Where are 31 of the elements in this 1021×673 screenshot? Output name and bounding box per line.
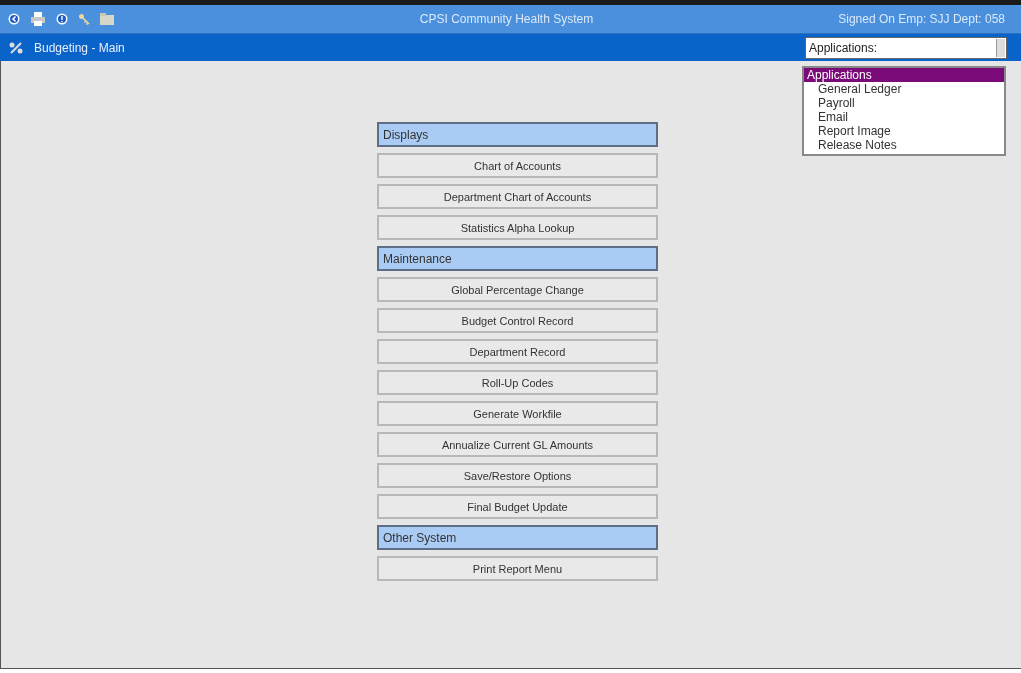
dropdown-option[interactable]: Report Image xyxy=(804,124,1004,138)
menu-button[interactable]: Generate Workfile xyxy=(377,401,658,426)
dropdown-option[interactable]: Email xyxy=(804,110,1004,124)
dropdown-option[interactable]: Payroll xyxy=(804,96,1004,110)
section-header: Other System xyxy=(377,525,658,550)
printer-icon[interactable] xyxy=(30,12,46,26)
menu-button[interactable]: Annualize Current GL Amounts xyxy=(377,432,658,457)
back-icon[interactable] xyxy=(8,13,20,25)
menu-button[interactable]: Statistics Alpha Lookup xyxy=(377,215,658,240)
dropdown-option[interactable]: Release Notes xyxy=(804,138,1004,152)
menu-button[interactable]: Print Report Menu xyxy=(377,556,658,581)
info-icon[interactable] xyxy=(56,13,68,25)
section-header: Maintenance xyxy=(377,246,658,271)
applications-dropdown[interactable]: Applications: xyxy=(805,36,1007,59)
menu-button[interactable]: Final Budget Update xyxy=(377,494,658,519)
menu-button[interactable]: Budget Control Record xyxy=(377,308,658,333)
menu-button[interactable]: Chart of Accounts xyxy=(377,153,658,178)
menu-button[interactable]: Department Chart of Accounts xyxy=(377,184,658,209)
dropdown-option[interactable]: Applications xyxy=(804,68,1004,82)
menu-button[interactable]: Department Record xyxy=(377,339,658,364)
percent-icon xyxy=(8,41,24,54)
key-icon[interactable] xyxy=(78,13,90,25)
folder-icon[interactable] xyxy=(100,13,114,25)
section-header: Displays xyxy=(377,122,658,147)
dropdown-option[interactable]: General Ledger xyxy=(804,82,1004,96)
window-title: CPSI Community Health System xyxy=(418,12,595,26)
menu-button[interactable]: Roll-Up Codes xyxy=(377,370,658,395)
menu-button[interactable]: Global Percentage Change xyxy=(377,277,658,302)
module-title: Budgeting - Main xyxy=(34,40,125,55)
signed-on-label: Signed On Emp: SJJ Dept: 058 xyxy=(837,12,1006,26)
menu-button[interactable]: Save/Restore Options xyxy=(377,463,658,488)
